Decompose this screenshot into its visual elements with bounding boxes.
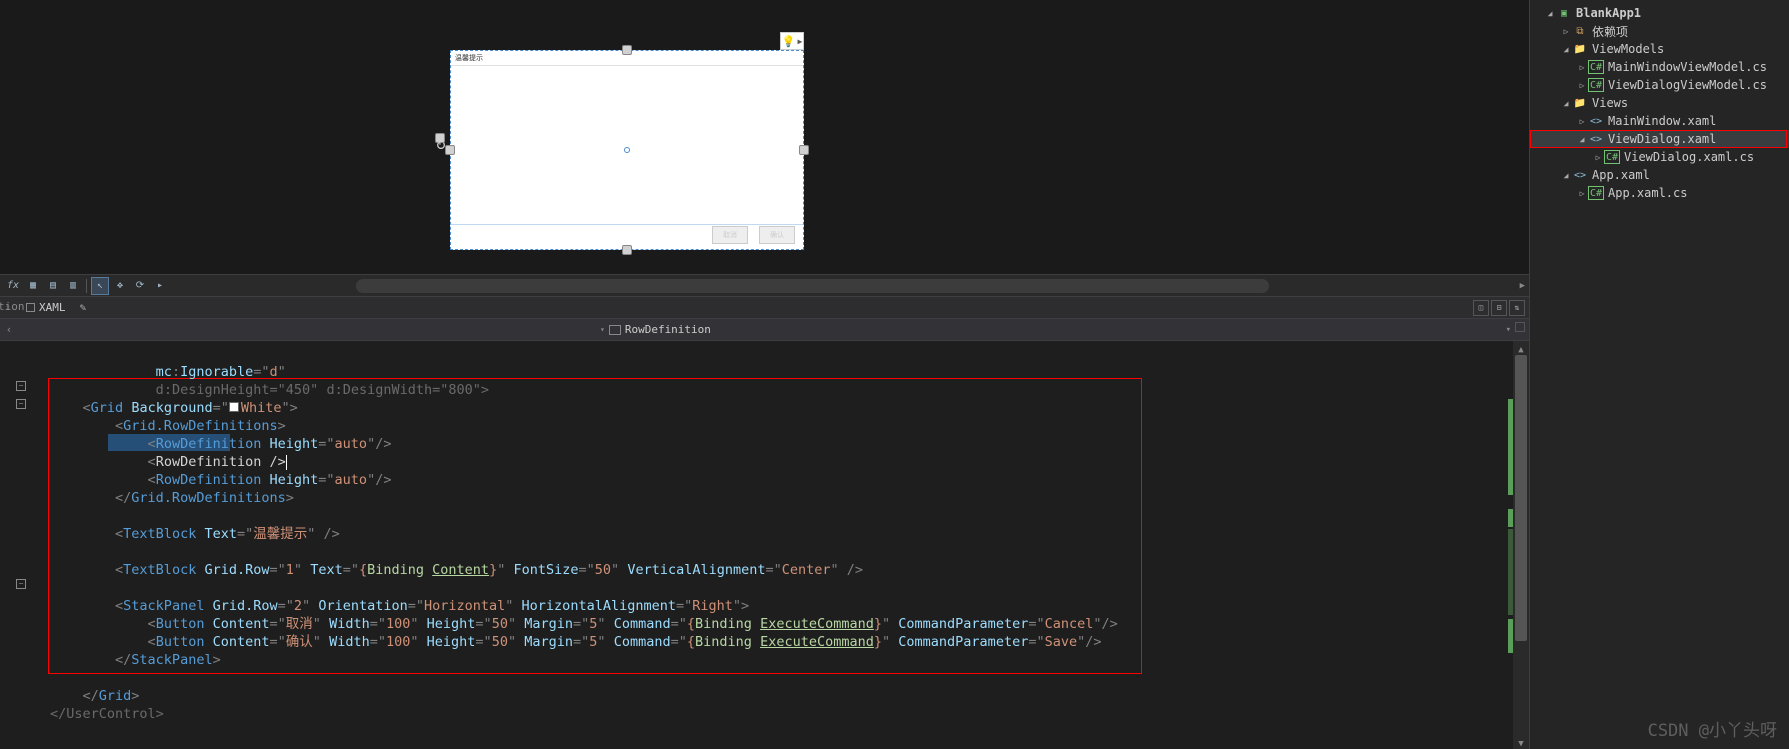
breadcrumb-element-label: RowDefinition xyxy=(625,323,711,336)
designer-horizontal-scrollbar[interactable] xyxy=(356,279,1269,293)
design-row-divider xyxy=(451,224,803,225)
solution-explorer: ◢ ▣ BlankApp1 ▷⧉依赖项◢📁ViewModels▷C#MainWi… xyxy=(1529,0,1789,749)
fx-button[interactable]: fx xyxy=(4,277,22,295)
expand-icon[interactable]: ◢ xyxy=(1560,99,1572,108)
navigation-breadcrumb: ‹ ▾ RowDefinition ▾ xyxy=(0,319,1529,341)
expand-icon[interactable]: ▷ xyxy=(1592,153,1604,162)
tree-item[interactable]: ◢📁Views xyxy=(1530,94,1789,112)
swap-panes-icon[interactable]: ⇅ xyxy=(1509,300,1525,316)
chevron-down-icon[interactable]: ◢ xyxy=(1544,9,1556,18)
split-h-icon[interactable]: ⊟ xyxy=(1491,300,1507,316)
tree-label: MainWindow.xaml xyxy=(1608,114,1716,128)
watermark: CSDN @小丫头呀 xyxy=(1648,716,1777,741)
tree-label: App.xaml.cs xyxy=(1608,186,1687,200)
editor-gutter: − − − xyxy=(0,341,35,749)
design-cancel-button[interactable]: 取消 xyxy=(712,226,748,244)
tree-item[interactable]: ▷C#ViewDialogViewModel.cs xyxy=(1530,76,1789,94)
color-swatch-white xyxy=(229,402,239,412)
tree-label: App.xaml xyxy=(1592,168,1650,182)
designer-surface[interactable]: 💡▶ 温馨提示 取消 确认 ↻ xyxy=(0,0,1529,275)
grid-icon[interactable]: ▦ xyxy=(24,277,42,295)
tree-item[interactable]: ▷C#App.xaml.cs xyxy=(1530,184,1789,202)
editor-tab-row: ↕ XAML ✎ ◫ ⊟ ⇅ xyxy=(0,297,1529,319)
collapse-button[interactable]: − xyxy=(16,579,26,589)
breadcrumb-plus-icon[interactable] xyxy=(1515,322,1525,332)
scroll-up-arrow[interactable]: ▲ xyxy=(1513,341,1529,355)
collapse-button[interactable]: − xyxy=(16,381,26,391)
xaml-tab-icon xyxy=(26,303,35,312)
pointer-icon[interactable]: ↖ xyxy=(91,277,109,295)
xaml-tab[interactable]: XAML xyxy=(16,299,76,316)
expand-icon[interactable]: ▷ xyxy=(1576,189,1588,198)
designer-toolbar: fx ▦ ▤ ▥ ↖ ✥ ⟳ ▸ ▶ xyxy=(0,275,1529,297)
tree-item[interactable]: ▷⧉依赖项 xyxy=(1530,22,1789,40)
scroll-right-arrow[interactable]: ▶ xyxy=(1520,281,1525,291)
tree-project[interactable]: ◢ ▣ BlankApp1 xyxy=(1530,4,1789,22)
design-canvas[interactable]: 温馨提示 取消 确认 ↻ xyxy=(450,50,804,250)
scroll-down-arrow[interactable]: ▼ xyxy=(1513,735,1529,749)
edit-icon[interactable]: ✎ xyxy=(80,301,94,315)
truncated-panel-label: tion xyxy=(0,300,25,313)
resize-handle-marker[interactable]: ↻ xyxy=(435,133,445,143)
tree-label: Views xyxy=(1592,96,1628,110)
tree-item[interactable]: ▷C#MainWindowViewModel.cs xyxy=(1530,58,1789,76)
tree-label: 依赖项 xyxy=(1592,23,1628,40)
design-center-marker xyxy=(624,147,630,153)
tree-label: ViewDialogViewModel.cs xyxy=(1608,78,1767,92)
tree-item[interactable]: ◢<>ViewDialog.xaml xyxy=(1530,130,1789,148)
breadcrumb-element[interactable]: ▾ RowDefinition xyxy=(600,323,711,336)
breadcrumb-left-arrow[interactable]: ‹ xyxy=(0,323,18,336)
scroll-thumb[interactable] xyxy=(1515,355,1527,641)
refresh-icon[interactable]: ⟳ xyxy=(131,277,149,295)
design-ok-button[interactable]: 确认 xyxy=(759,226,795,244)
resize-handle-bottom[interactable] xyxy=(622,245,632,255)
editor-vertical-scrollbar[interactable]: ▲ ▼ xyxy=(1513,341,1529,749)
tree-item[interactable]: ◢📁ViewModels xyxy=(1530,40,1789,58)
hand-icon[interactable]: ✥ xyxy=(111,277,129,295)
layout2-icon[interactable]: ▤ xyxy=(44,277,62,295)
tree-item[interactable]: ▷<>MainWindow.xaml xyxy=(1530,112,1789,130)
expand-icon[interactable]: ▷ xyxy=(1560,27,1572,36)
csproj-icon: ▣ xyxy=(1556,6,1572,20)
code-editor[interactable]: − − − ▲ ▼ mc:Ignorable="d" d:DesignHeigh… xyxy=(0,341,1529,749)
tree-label: ViewDialog.xaml xyxy=(1608,132,1716,146)
tree-item[interactable]: ◢<>App.xaml xyxy=(1530,166,1789,184)
resize-handle-top[interactable] xyxy=(622,45,632,55)
tree-label: ViewDialog.xaml.cs xyxy=(1624,150,1754,164)
tree-item[interactable]: ▷C#ViewDialog.xaml.cs xyxy=(1530,148,1789,166)
breadcrumb-element-icon xyxy=(609,325,621,335)
collapse-button[interactable]: − xyxy=(16,399,26,409)
split-v-icon[interactable]: ◫ xyxy=(1473,300,1489,316)
expand-icon[interactable]: ▷ xyxy=(1576,81,1588,90)
expand-icon[interactable]: ◢ xyxy=(1560,45,1572,54)
solution-tree[interactable]: ◢ ▣ BlankApp1 ▷⧉依赖项◢📁ViewModels▷C#MainWi… xyxy=(1530,0,1789,206)
expand-icon[interactable]: ▷ xyxy=(1576,63,1588,72)
expand-icon[interactable]: ◢ xyxy=(1576,135,1588,144)
resize-handle-right[interactable] xyxy=(799,145,809,155)
tree-label: MainWindowViewModel.cs xyxy=(1608,60,1767,74)
breadcrumb-dropdown-arrow[interactable]: ▾ xyxy=(1506,325,1511,335)
tree-label: BlankApp1 xyxy=(1576,6,1641,20)
tree-label: ViewModels xyxy=(1592,42,1664,56)
lightbulb-suggestion[interactable]: 💡▶ xyxy=(780,32,804,50)
expand-icon[interactable]: ▷ xyxy=(1576,117,1588,126)
xaml-tab-label: XAML xyxy=(39,301,66,314)
resize-handle-left[interactable] xyxy=(445,145,455,155)
expand-icon[interactable]: ◢ xyxy=(1560,171,1572,180)
more-icon[interactable]: ▸ xyxy=(151,277,169,295)
layout3-icon[interactable]: ▥ xyxy=(64,277,82,295)
code-content: mc:Ignorable="d" d:DesignHeight="450" d:… xyxy=(50,345,1118,723)
